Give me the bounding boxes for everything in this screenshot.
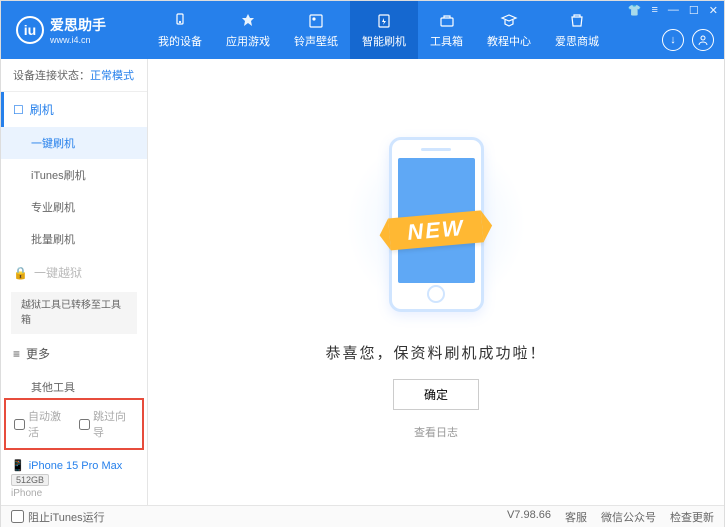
success-message: 恭喜您，保资料刷机成功啦！ bbox=[325, 342, 546, 363]
storage-badge: 512GB bbox=[11, 474, 49, 486]
phone-icon: 📱 bbox=[11, 459, 25, 472]
logo-area: iu 爱思助手 www.i4.cn bbox=[1, 15, 146, 45]
footer-check-update[interactable]: 检查更新 bbox=[670, 509, 714, 525]
nav-my-device[interactable]: 我的设备 bbox=[146, 1, 214, 59]
top-nav: 我的设备 应用游戏 铃声壁纸 智能刷机 工具箱 教程中心 爱思商城 bbox=[146, 1, 611, 59]
user-circle-icon[interactable] bbox=[692, 29, 714, 51]
menu-batch-flash[interactable]: 批量刷机 bbox=[1, 223, 147, 255]
menu-icon[interactable]: ≡ bbox=[651, 4, 657, 17]
connection-status: 设备连接状态：正常模式 bbox=[1, 59, 147, 92]
footer-wechat[interactable]: 微信公众号 bbox=[601, 509, 656, 525]
menu-one-click-flash[interactable]: 一键刷机 bbox=[1, 127, 147, 159]
checkbox-auto-activate[interactable]: 自动激活 bbox=[14, 408, 69, 440]
app-name: 爱思助手 bbox=[50, 15, 106, 35]
menu-section-more[interactable]: ≡更多 bbox=[1, 336, 147, 371]
checkbox-block-itunes[interactable] bbox=[11, 510, 24, 523]
footer: 阻止iTunes运行 V7.98.66 客服 微信公众号 检查更新 bbox=[1, 505, 724, 527]
version-label: V7.98.66 bbox=[507, 509, 551, 525]
app-header: iu 爱思助手 www.i4.cn 我的设备 应用游戏 铃声壁纸 智能刷机 工具… bbox=[1, 1, 724, 59]
menu-other-tools[interactable]: 其他工具 bbox=[1, 371, 147, 395]
sidebar: 设备连接状态：正常模式 ☐刷机 一键刷机 iTunes刷机 专业刷机 批量刷机 … bbox=[1, 59, 148, 505]
device-info[interactable]: 📱iPhone 15 Pro Max 512GB iPhone bbox=[1, 453, 147, 505]
minimize-icon[interactable]: — bbox=[668, 4, 679, 17]
logo-icon: iu bbox=[16, 16, 44, 44]
skin-icon[interactable]: 👕 bbox=[628, 4, 642, 17]
jailbreak-note: 越狱工具已转移至工具箱 bbox=[11, 292, 137, 334]
nav-store[interactable]: 爱思商城 bbox=[543, 1, 611, 59]
menu-pro-flash[interactable]: 专业刷机 bbox=[1, 191, 147, 223]
menu-section-jailbreak: 🔒一键越狱 bbox=[1, 255, 147, 290]
close-icon[interactable]: ✕ bbox=[709, 4, 718, 17]
nav-tutorials[interactable]: 教程中心 bbox=[475, 1, 543, 59]
window-controls: 👕 ≡ — ☐ ✕ bbox=[628, 4, 718, 17]
view-log-link[interactable]: 查看日志 bbox=[414, 424, 458, 440]
nav-toolbox[interactable]: 工具箱 bbox=[418, 1, 475, 59]
highlighted-options: 自动激活 跳过向导 bbox=[4, 398, 144, 450]
nav-ringtone-wallpaper[interactable]: 铃声壁纸 bbox=[282, 1, 350, 59]
footer-support[interactable]: 客服 bbox=[565, 509, 587, 525]
main-content: NEW 恭喜您，保资料刷机成功啦！ 确定 查看日志 bbox=[148, 59, 724, 505]
lock-icon: 🔒 bbox=[13, 266, 28, 280]
ok-button[interactable]: 确定 bbox=[393, 379, 479, 410]
nav-apps-games[interactable]: 应用游戏 bbox=[214, 1, 282, 59]
maximize-icon[interactable]: ☐ bbox=[689, 4, 699, 17]
menu-section-flash[interactable]: ☐刷机 bbox=[1, 92, 147, 127]
app-url: www.i4.cn bbox=[50, 35, 106, 45]
nav-smart-flash[interactable]: 智能刷机 bbox=[350, 1, 418, 59]
success-illustration: NEW bbox=[356, 124, 516, 324]
menu-itunes-flash[interactable]: iTunes刷机 bbox=[1, 159, 147, 191]
download-circle-icon[interactable]: ↓ bbox=[662, 29, 684, 51]
checkbox-skip-wizard[interactable]: 跳过向导 bbox=[79, 408, 134, 440]
